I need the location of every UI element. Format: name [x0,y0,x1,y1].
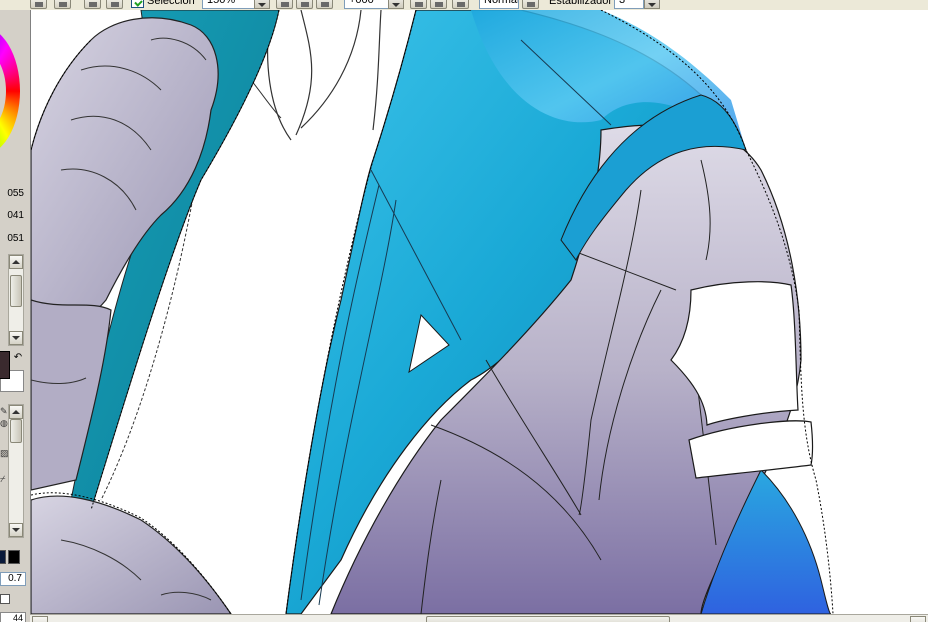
scroll-right-icon[interactable] [910,616,926,622]
scroll-left-icon[interactable] [32,616,48,622]
hue-value[interactable]: 055 [0,188,24,200]
scroll-up-icon[interactable] [9,255,23,269]
scroll-thumb[interactable] [10,275,22,307]
left-panel: 055 041 051 ↶ ✎ ◍ ▨ ⌿ 0.7 44 [0,10,30,622]
zoom-reset-icon[interactable] [316,0,333,9]
scroll-down-icon[interactable] [9,331,23,345]
brush-density-field[interactable]: 44 [0,612,26,622]
top-toolbar: Selección 150% +000° Normal Estabilizado… [0,0,928,10]
stabilizer-combo[interactable]: 3 [614,0,644,9]
scroll-up-icon[interactable] [9,405,23,419]
option-checkbox[interactable] [0,594,10,604]
show-selection-icon[interactable] [106,0,123,9]
artwork [31,10,834,614]
selection-checkbox[interactable] [131,0,144,8]
color-wheel[interactable] [0,26,20,156]
flip-icon[interactable] [522,0,539,9]
zoom-in-icon[interactable] [296,0,313,9]
scroll-down-icon[interactable] [9,523,23,537]
zoom-out-icon[interactable] [276,0,293,9]
swap-colors-icon[interactable]: ↶ [12,352,24,364]
canvas-horizontal-scrollbar[interactable] [30,614,928,622]
rotation-dropdown-button[interactable] [388,0,404,9]
mini-swatch-black[interactable] [8,550,20,564]
select-all-icon[interactable] [30,0,47,9]
scroll-thumb[interactable] [10,419,22,443]
brush-icon[interactable]: ▨ [0,448,9,458]
rotation-combo[interactable]: +000° [344,0,392,9]
rotate-left-icon[interactable] [410,0,427,9]
scroll-thumb[interactable] [426,616,670,622]
stabilizer-label: Estabilizador [549,0,612,7]
tool-list-scrollbar[interactable] [8,404,24,538]
water-drop-icon[interactable]: ◍ [0,418,8,428]
paint-tool-window: Selección 150% +000° Normal Estabilizado… [0,0,928,622]
color-set-scrollbar[interactable] [8,254,24,346]
blend-mode-combo[interactable]: Normal [479,0,519,9]
saturation-value[interactable]: 041 [0,210,24,222]
value-value[interactable]: 051 [0,233,24,245]
invert-selection-icon[interactable] [84,0,101,9]
foreground-color-swatch[interactable] [0,351,10,379]
selection-label: Selección [147,0,195,7]
eraser-icon[interactable]: ⌿ [0,474,8,484]
brush-size-field[interactable]: 0.7 [0,572,26,586]
zoom-dropdown-button[interactable] [254,0,270,9]
mini-swatch-dark[interactable] [0,550,6,564]
pen-icon[interactable]: ✎ [0,406,8,416]
stabilizer-dropdown-button[interactable] [644,0,660,9]
drawing-canvas[interactable] [30,10,928,614]
rotation-reset-icon[interactable] [452,0,469,9]
zoom-combo[interactable]: 150% [202,0,258,9]
deselect-icon[interactable] [54,0,71,9]
rotate-right-icon[interactable] [430,0,447,9]
